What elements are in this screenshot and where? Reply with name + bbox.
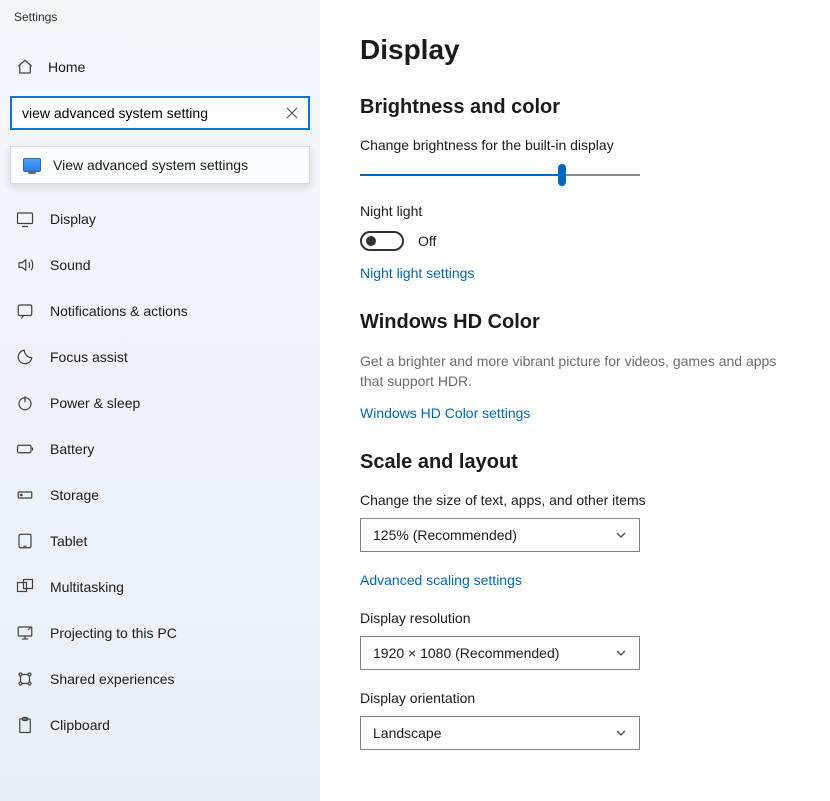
- nav-item-label: Sound: [50, 257, 90, 273]
- brightness-slider[interactable]: [360, 165, 640, 185]
- resolution-label: Display resolution: [360, 610, 790, 626]
- orientation-label: Display orientation: [360, 690, 790, 706]
- resolution-select[interactable]: 1920 × 1080 (Recommended): [360, 636, 640, 670]
- scale-size-label: Change the size of text, apps, and other…: [360, 492, 790, 508]
- nav-item-label: Battery: [50, 441, 94, 457]
- slider-thumb[interactable]: [558, 164, 566, 186]
- brightness-label: Change brightness for the built-in displ…: [360, 137, 790, 153]
- section-scale-heading: Scale and layout: [360, 451, 790, 474]
- nav-item-sound[interactable]: Sound: [0, 242, 320, 288]
- night-light-settings-link[interactable]: Night light settings: [360, 265, 474, 281]
- nav-item-label: Power & sleep: [50, 395, 140, 411]
- nav-item-multitasking[interactable]: Multitasking: [0, 564, 320, 610]
- search-suggestion-label: View advanced system settings: [53, 157, 248, 173]
- tablet-icon: [16, 532, 34, 550]
- nav-item-label: Multitasking: [50, 579, 124, 595]
- advanced-scaling-link[interactable]: Advanced scaling settings: [360, 572, 522, 588]
- search-input[interactable]: [22, 105, 274, 121]
- scale-size-value: 125% (Recommended): [373, 527, 517, 543]
- nav-item-battery[interactable]: Battery: [0, 426, 320, 472]
- nav-item-label: Shared experiences: [50, 671, 175, 687]
- nav-item-label: Projecting to this PC: [50, 625, 177, 641]
- nav-home[interactable]: Home: [0, 44, 320, 90]
- night-light-label: Night light: [360, 203, 790, 219]
- section-brightness-heading: Brightness and color: [360, 96, 790, 119]
- page-title: Display: [360, 34, 790, 66]
- nav-item-power-sleep[interactable]: Power & sleep: [0, 380, 320, 426]
- nav-item-label: Tablet: [50, 533, 87, 549]
- storage-icon: [16, 486, 34, 504]
- battery-icon: [16, 440, 34, 458]
- multitasking-icon: [16, 578, 34, 596]
- nav-item-label: Focus assist: [50, 349, 128, 365]
- home-icon: [16, 58, 34, 76]
- sidebar: Settings Home View advanced system setti…: [0, 0, 320, 801]
- nav-item-tablet[interactable]: Tablet: [0, 518, 320, 564]
- orientation-select[interactable]: Landscape: [360, 716, 640, 750]
- nav-item-label: Storage: [50, 487, 99, 503]
- search-wrap: [10, 96, 310, 130]
- nav-list: Display Sound Notifications & actions Fo…: [0, 196, 320, 748]
- focus-assist-icon: [16, 348, 34, 366]
- slider-fill: [360, 174, 562, 176]
- window-title: Settings: [0, 0, 320, 24]
- clipboard-icon: [16, 716, 34, 734]
- content-pane: Display Brightness and color Change brig…: [320, 0, 830, 801]
- shared-experiences-icon: [16, 670, 34, 688]
- nav-item-shared-experiences[interactable]: Shared experiences: [0, 656, 320, 702]
- orientation-value: Landscape: [373, 725, 442, 741]
- notifications-icon: [16, 302, 34, 320]
- search-box[interactable]: [10, 96, 310, 130]
- section-hdcolor-heading: Windows HD Color: [360, 311, 790, 334]
- night-light-toggle[interactable]: [360, 231, 404, 251]
- resolution-value: 1920 × 1080 (Recommended): [373, 645, 559, 661]
- hdcolor-settings-link[interactable]: Windows HD Color settings: [360, 405, 530, 421]
- nav-item-label: Clipboard: [50, 717, 110, 733]
- nav-item-display[interactable]: Display: [0, 196, 320, 242]
- display-icon: [16, 210, 34, 228]
- hdcolor-desc: Get a brighter and more vibrant picture …: [360, 352, 790, 391]
- nav-item-label: Display: [50, 211, 96, 227]
- clear-icon[interactable]: [282, 103, 302, 123]
- scale-size-select[interactable]: 125% (Recommended): [360, 518, 640, 552]
- search-suggestions: View advanced system settings: [10, 146, 310, 184]
- monitor-icon: [23, 158, 41, 172]
- chevron-down-icon: [615, 529, 627, 541]
- nav-item-clipboard[interactable]: Clipboard: [0, 702, 320, 748]
- nav-item-notifications[interactable]: Notifications & actions: [0, 288, 320, 334]
- power-icon: [16, 394, 34, 412]
- chevron-down-icon: [615, 727, 627, 739]
- projecting-icon: [16, 624, 34, 642]
- search-suggestion-item[interactable]: View advanced system settings: [11, 147, 309, 183]
- nav-home-label: Home: [48, 59, 85, 75]
- night-light-state: Off: [418, 233, 436, 249]
- sound-icon: [16, 256, 34, 274]
- toggle-knob: [366, 236, 376, 246]
- nav-item-label: Notifications & actions: [50, 303, 188, 319]
- nav-item-storage[interactable]: Storage: [0, 472, 320, 518]
- nav-item-projecting[interactable]: Projecting to this PC: [0, 610, 320, 656]
- chevron-down-icon: [615, 647, 627, 659]
- nav-item-focus-assist[interactable]: Focus assist: [0, 334, 320, 380]
